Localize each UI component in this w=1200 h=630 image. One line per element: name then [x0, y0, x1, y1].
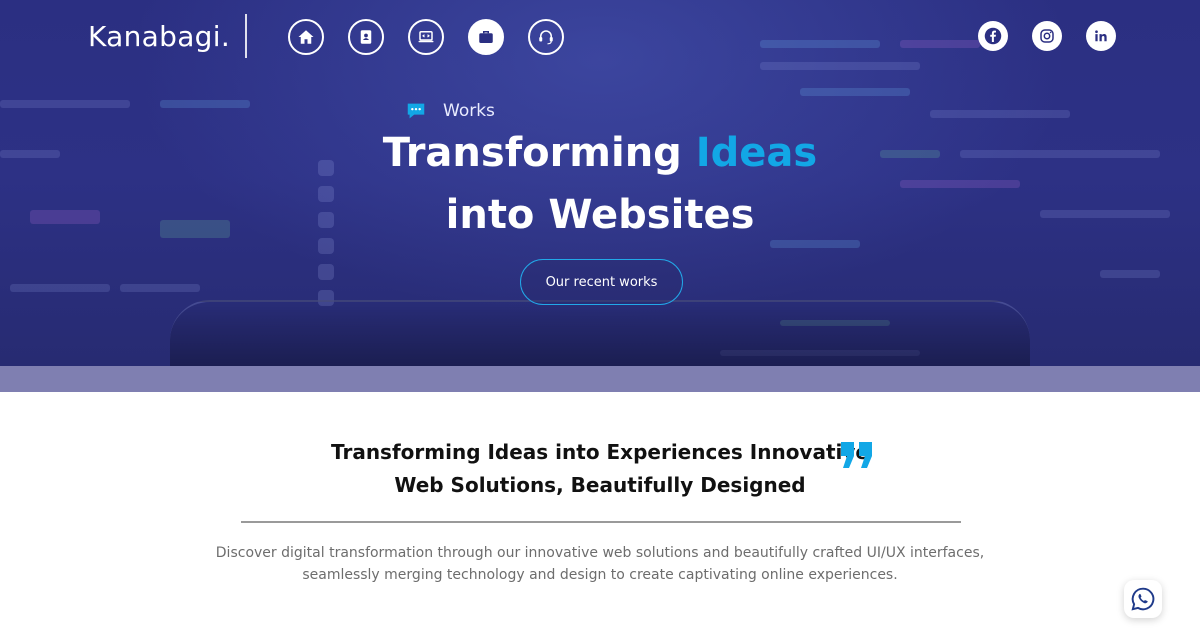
hero-bottom-band: [0, 366, 1200, 392]
headline-accent: Ideas: [695, 130, 818, 176]
nav-works-button[interactable]: [468, 19, 504, 55]
hero-headline: Transforming Ideas into Websites: [0, 122, 1200, 246]
section-tag: Works: [405, 100, 495, 122]
divider-line: [241, 521, 961, 523]
intro-description: Discover digital transformation through …: [200, 542, 1000, 586]
quote-mark-icon: [841, 442, 872, 468]
laptop-code-icon: [418, 31, 434, 43]
home-icon: [298, 30, 314, 44]
intro-title-line1: Transforming Ideas into Experiences Inno…: [331, 440, 869, 464]
intro-title-line2: Web Solutions, Beautifully Designed: [394, 473, 806, 497]
chat-bubble-icon: [407, 103, 425, 119]
nav-contact-button[interactable]: [528, 19, 564, 55]
headset-icon: [539, 30, 553, 45]
nav-home-button[interactable]: [288, 19, 324, 55]
whatsapp-icon: [1131, 587, 1155, 611]
briefcase-icon: [479, 31, 493, 43]
facebook-link[interactable]: [978, 21, 1008, 51]
description-line2: seamlessly merging technology and design…: [302, 567, 898, 583]
headline-line2: into Websites: [445, 192, 755, 238]
nav-services-button[interactable]: [408, 19, 444, 55]
laptop-edge-graphic: [170, 300, 1030, 366]
intro-title: Transforming Ideas into Experiences Inno…: [300, 436, 900, 502]
nav-about-button[interactable]: [348, 19, 384, 55]
headline-part1: Transforming: [382, 130, 696, 176]
linkedin-link[interactable]: [1086, 21, 1116, 51]
facebook-icon: [984, 27, 1002, 45]
instagram-link[interactable]: [1032, 21, 1062, 51]
contact-book-icon: [360, 30, 372, 44]
recent-works-button[interactable]: Our recent works: [520, 259, 683, 305]
nav-divider: [245, 14, 247, 58]
brand-logo[interactable]: Kanabagi.: [88, 20, 230, 53]
description-line1: Discover digital transformation through …: [215, 545, 985, 561]
hero-section: Kanabagi. Works Transforming Ideas into …: [0, 0, 1200, 392]
section-tag-label: Works: [443, 101, 495, 121]
instagram-icon: [1040, 29, 1054, 43]
linkedin-icon: [1095, 30, 1107, 42]
whatsapp-chat-button[interactable]: [1124, 580, 1162, 618]
